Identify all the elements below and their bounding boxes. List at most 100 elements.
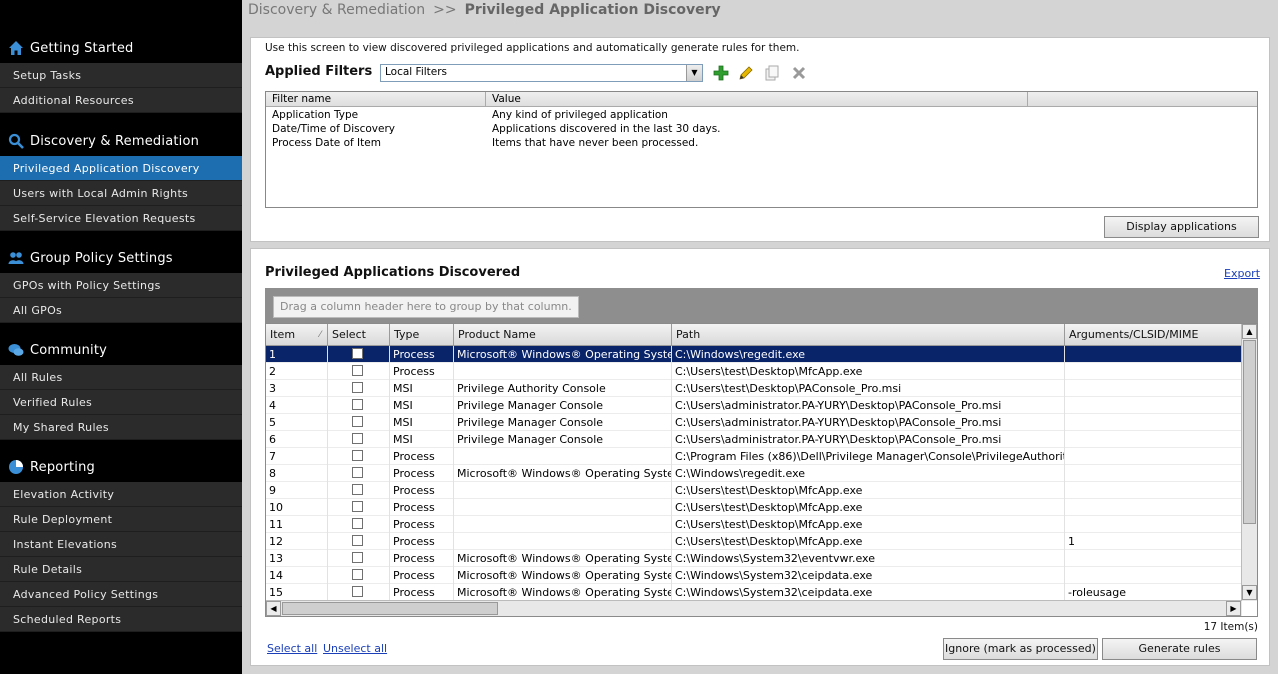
table-row[interactable]: 5 MSI Privilege Manager Console C:\Users\ad… <box>266 414 1242 431</box>
path-cell: C:\Users\administrator.PA-YURY\Desktop\P… <box>672 414 1065 431</box>
row-checkbox[interactable] <box>352 399 363 410</box>
column-header-select[interactable]: Select <box>328 324 390 346</box>
table-row[interactable]: 4 MSI Privilege Manager Console C:\Users\ad… <box>266 397 1242 414</box>
row-checkbox[interactable] <box>352 484 363 495</box>
table-row[interactable]: 15 Process Microsoft® Windows® Operating S… <box>266 584 1242 601</box>
generate-rules-button[interactable]: Generate rules <box>1102 638 1257 660</box>
item-cell: 6 <box>266 431 328 448</box>
table-row[interactable]: 1 Process Microsoft® Windows® Operating Sy… <box>266 346 1242 363</box>
copy-filter-icon[interactable] <box>764 65 780 81</box>
sidebar-item-instant-elevations[interactable]: Instant Elevations <box>0 532 242 557</box>
path-cell: C:\Users\test\Desktop\MfcApp.exe <box>672 363 1065 380</box>
row-checkbox[interactable] <box>352 467 363 478</box>
table-row[interactable]: 9 Process C:\Users\test\Desktop\MfcApp.exe <box>266 482 1242 499</box>
edit-filter-icon[interactable] <box>738 65 754 81</box>
section-community[interactable]: Community <box>0 338 242 362</box>
row-checkbox[interactable] <box>352 501 363 512</box>
section-discovery-remediation[interactable]: Discovery & Remediation <box>0 129 242 153</box>
horizontal-scroll-thumb[interactable] <box>282 602 498 615</box>
item-cell: 1 <box>266 346 328 363</box>
column-header-item[interactable]: Item ⁄ <box>266 324 328 346</box>
path-cell: C:\Users\test\Desktop\MfcApp.exe <box>672 533 1065 550</box>
sidebar-item-privileged-application-discovery[interactable]: Privileged Application Discovery <box>0 156 242 181</box>
vertical-scroll-thumb[interactable] <box>1243 340 1256 524</box>
filter-value: Items that have never been processed. <box>492 137 699 149</box>
row-checkbox[interactable] <box>352 365 363 376</box>
sidebar-item-advanced-policy-settings[interactable]: Advanced Policy Settings <box>0 582 242 607</box>
sidebar-item-verified-rules[interactable]: Verified Rules <box>0 390 242 415</box>
filter-row[interactable]: Application Type Any kind of privileged … <box>266 108 1257 122</box>
table-row[interactable]: 7 Process C:\Program Files (x86)\Dell\Priv… <box>266 448 1242 465</box>
add-filter-icon[interactable] <box>713 65 729 81</box>
sidebar-item-additional-resources[interactable]: Additional Resources <box>0 88 242 113</box>
display-applications-button[interactable]: Display applications <box>1104 216 1259 238</box>
table-row[interactable]: 3 MSI Privilege Authority Console C:\Users\… <box>266 380 1242 397</box>
row-checkbox[interactable] <box>352 569 363 580</box>
filter-name: Application Type <box>272 109 359 121</box>
export-link[interactable]: Export <box>1224 267 1260 280</box>
chevron-down-icon[interactable]: ▼ <box>686 65 702 81</box>
sidebar-item-rule-details[interactable]: Rule Details <box>0 557 242 582</box>
sidebar-item-rule-deployment[interactable]: Rule Deployment <box>0 507 242 532</box>
scroll-left-icon[interactable]: ◀ <box>266 601 281 616</box>
column-header-path[interactable]: Path <box>672 324 1065 346</box>
column-header-type[interactable]: Type <box>390 324 454 346</box>
table-row[interactable]: 12 Process C:\Users\test\Desktop\MfcApp.ex… <box>266 533 1242 550</box>
row-checkbox[interactable] <box>352 382 363 393</box>
row-checkbox[interactable] <box>352 450 363 461</box>
section-getting-started[interactable]: Getting Started <box>0 36 242 60</box>
row-checkbox[interactable] <box>352 535 363 546</box>
sidebar-item-elevation-activity[interactable]: Elevation Activity <box>0 482 242 507</box>
column-header-value[interactable]: Value <box>486 92 1028 107</box>
table-row[interactable]: 8 Process Microsoft® Windows® Operating Sy… <box>266 465 1242 482</box>
unselect-all-link[interactable]: Unselect all <box>323 642 387 655</box>
product-cell: Privilege Manager Console <box>454 414 672 431</box>
scroll-right-icon[interactable]: ▶ <box>1226 601 1241 616</box>
scroll-up-icon[interactable]: ▲ <box>1242 324 1257 339</box>
table-row[interactable]: 13 Process Microsoft® Windows® Operating S… <box>266 550 1242 567</box>
vertical-scrollbar[interactable]: ▲ ▼ <box>1241 324 1257 601</box>
row-checkbox[interactable] <box>352 348 363 359</box>
table-row[interactable]: 14 Process Microsoft® Windows® Operating S… <box>266 567 1242 584</box>
filter-row[interactable]: Process Date of Item Items that have nev… <box>266 136 1257 150</box>
select-all-link[interactable]: Select all <box>267 642 317 655</box>
table-row[interactable]: 11 Process C:\Users\test\Desktop\MfcApp.ex… <box>266 516 1242 533</box>
sidebar-item-users-local-admin[interactable]: Users with Local Admin Rights <box>0 181 242 206</box>
sidebar-item-all-gpos[interactable]: All GPOs <box>0 298 242 323</box>
horizontal-scrollbar[interactable]: ◀ ▶ <box>266 600 1242 616</box>
sidebar-item-all-rules[interactable]: All Rules <box>0 365 242 390</box>
sidebar-item-gpos-policy-settings[interactable]: GPOs with Policy Settings <box>0 273 242 298</box>
sidebar-item-self-service-elevation[interactable]: Self-Service Elevation Requests <box>0 206 242 231</box>
path-cell: C:\Windows\regedit.exe <box>672 465 1065 482</box>
sidebar-item-scheduled-reports[interactable]: Scheduled Reports <box>0 607 242 632</box>
row-checkbox[interactable] <box>352 586 363 597</box>
scroll-down-icon[interactable]: ▼ <box>1242 585 1257 600</box>
sidebar-item-setup-tasks[interactable]: Setup Tasks <box>0 63 242 88</box>
select-cell <box>328 465 390 482</box>
row-checkbox[interactable] <box>352 518 363 529</box>
section-group-policy[interactable]: Group Policy Settings <box>0 246 242 270</box>
table-row[interactable]: 6 MSI Privilege Manager Console C:\Users\ad… <box>266 431 1242 448</box>
type-cell: Process <box>390 533 454 550</box>
sidebar-item-my-shared-rules[interactable]: My Shared Rules <box>0 415 242 440</box>
filter-value: Applications discovered in the last 30 d… <box>492 123 721 135</box>
delete-filter-icon[interactable] <box>791 65 807 81</box>
row-checkbox[interactable] <box>352 416 363 427</box>
table-row[interactable]: 2 Process C:\Users\test\Desktop\MfcApp.exe <box>266 363 1242 380</box>
section-reporting[interactable]: Reporting <box>0 455 242 479</box>
path-cell: C:\Program Files (x86)\Dell\Privilege Ma… <box>672 448 1065 465</box>
chat-bubbles-icon <box>8 344 24 356</box>
filter-select[interactable]: Local Filters ▼ <box>380 64 703 82</box>
group-by-area[interactable]: Drag a column header here to group by th… <box>265 288 1258 325</box>
column-header-filter-name[interactable]: Filter name <box>266 92 486 107</box>
row-checkbox[interactable] <box>352 552 363 563</box>
column-header-arguments[interactable]: Arguments/CLSID/MIME <box>1065 324 1242 346</box>
row-checkbox[interactable] <box>352 433 363 444</box>
filter-name: Process Date of Item <box>272 137 381 149</box>
column-header-product-name[interactable]: Product Name <box>454 324 672 346</box>
breadcrumb-parent[interactable]: Discovery & Remediation <box>248 2 425 18</box>
type-cell: Process <box>390 482 454 499</box>
filter-row[interactable]: Date/Time of Discovery Applications disc… <box>266 122 1257 136</box>
table-row[interactable]: 10 Process C:\Users\test\Desktop\MfcApp.ex… <box>266 499 1242 516</box>
ignore-button[interactable]: Ignore (mark as processed) <box>943 638 1098 660</box>
